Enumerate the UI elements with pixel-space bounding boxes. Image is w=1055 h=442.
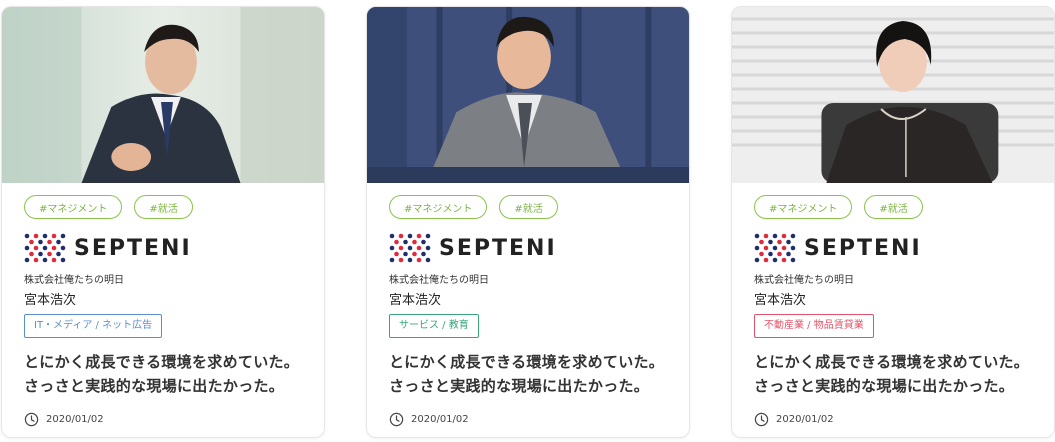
industry-badge[interactable]: サービス / 教育 xyxy=(389,314,479,338)
interview-card[interactable]: #マネジメント #就活 SEPTENI 株式会社俺たちの明日 宮本浩次 サービス xyxy=(366,6,690,438)
interview-photo xyxy=(732,7,1054,183)
tag-management[interactable]: #マネジメント xyxy=(754,195,853,219)
date-text: 2020/01/02 xyxy=(46,414,104,425)
tag-job-hunting[interactable]: #就活 xyxy=(499,195,558,219)
man-in-gray-suit-photo xyxy=(367,7,689,183)
tag-list: #マネジメント #就活 xyxy=(389,195,667,220)
date-text: 2020/01/02 xyxy=(776,414,834,425)
person-name: 宮本浩次 xyxy=(389,293,442,308)
company-logo: SEPTENI xyxy=(389,233,667,263)
interview-photo xyxy=(367,7,689,183)
headline-line-2: さっさと実践的な現場に出たかった。 xyxy=(24,377,285,395)
headline-line-1: とにかく成長できる環境を求めていた。 xyxy=(389,353,665,371)
company-name: 株式会社俺たちの明日 xyxy=(24,275,124,286)
logo-wordmark: SEPTENI xyxy=(74,235,192,261)
publish-date: 2020/01/02 xyxy=(389,412,667,427)
interview-card-list: #マネジメント #就活 SEPTENI 株式会社俺たちの明日 宮本浩次 IT・メ xyxy=(0,0,1055,442)
publish-date: 2020/01/02 xyxy=(24,412,302,427)
headline-line-1: とにかく成長できる環境を求めていた。 xyxy=(24,353,300,371)
clock-icon xyxy=(389,412,404,427)
tag-job-hunting[interactable]: #就活 xyxy=(134,195,193,219)
logo-wordmark: SEPTENI xyxy=(804,235,922,261)
septeni-logo-mark-icon xyxy=(754,233,796,263)
interview-card[interactable]: #マネジメント #就活 SEPTENI 株式会社俺たちの明日 宮本浩次 不動産業 xyxy=(731,6,1055,438)
company-logo: SEPTENI xyxy=(754,233,1032,263)
interview-photo xyxy=(2,7,324,183)
date-text: 2020/01/02 xyxy=(411,414,469,425)
company-logo: SEPTENI xyxy=(24,233,302,263)
person-name: 宮本浩次 xyxy=(754,293,807,308)
company-name: 株式会社俺たちの明日 xyxy=(389,275,489,286)
tag-list: #マネジメント #就活 xyxy=(754,195,1032,220)
interview-card[interactable]: #マネジメント #就活 SEPTENI 株式会社俺たちの明日 宮本浩次 IT・メ xyxy=(1,6,325,438)
person-name: 宮本浩次 xyxy=(24,293,77,308)
headline-line-2: さっさと実践的な現場に出たかった。 xyxy=(754,377,1015,395)
clock-icon xyxy=(754,412,769,427)
man-in-suit-photo xyxy=(2,7,324,183)
septeni-logo-mark-icon xyxy=(389,233,431,263)
tag-job-hunting[interactable]: #就活 xyxy=(864,195,923,219)
headline-line-2: さっさと実践的な現場に出たかった。 xyxy=(389,377,650,395)
publish-date: 2020/01/02 xyxy=(754,412,1032,427)
industry-badge[interactable]: 不動産業 / 物品賃貸業 xyxy=(754,314,874,338)
industry-badge[interactable]: IT・メディア / ネット広告 xyxy=(24,314,163,338)
company-name: 株式会社俺たちの明日 xyxy=(754,275,854,286)
tag-management[interactable]: #マネジメント xyxy=(389,195,488,219)
logo-wordmark: SEPTENI xyxy=(439,235,557,261)
tag-list: #マネジメント #就活 xyxy=(24,195,302,220)
septeni-logo-mark-icon xyxy=(24,233,66,263)
clock-icon xyxy=(24,412,39,427)
interview-headline: とにかく成長できる環境を求めていた。 さっさと実践的な現場に出たかった。 xyxy=(389,350,667,398)
tag-management[interactable]: #マネジメント xyxy=(24,195,123,219)
interview-headline: とにかく成長できる環境を求めていた。 さっさと実践的な現場に出たかった。 xyxy=(754,350,1032,398)
interview-headline: とにかく成長できる環境を求めていた。 さっさと実践的な現場に出たかった。 xyxy=(24,350,302,398)
woman-in-black-photo xyxy=(732,7,1054,183)
headline-line-1: とにかく成長できる環境を求めていた。 xyxy=(754,353,1030,371)
